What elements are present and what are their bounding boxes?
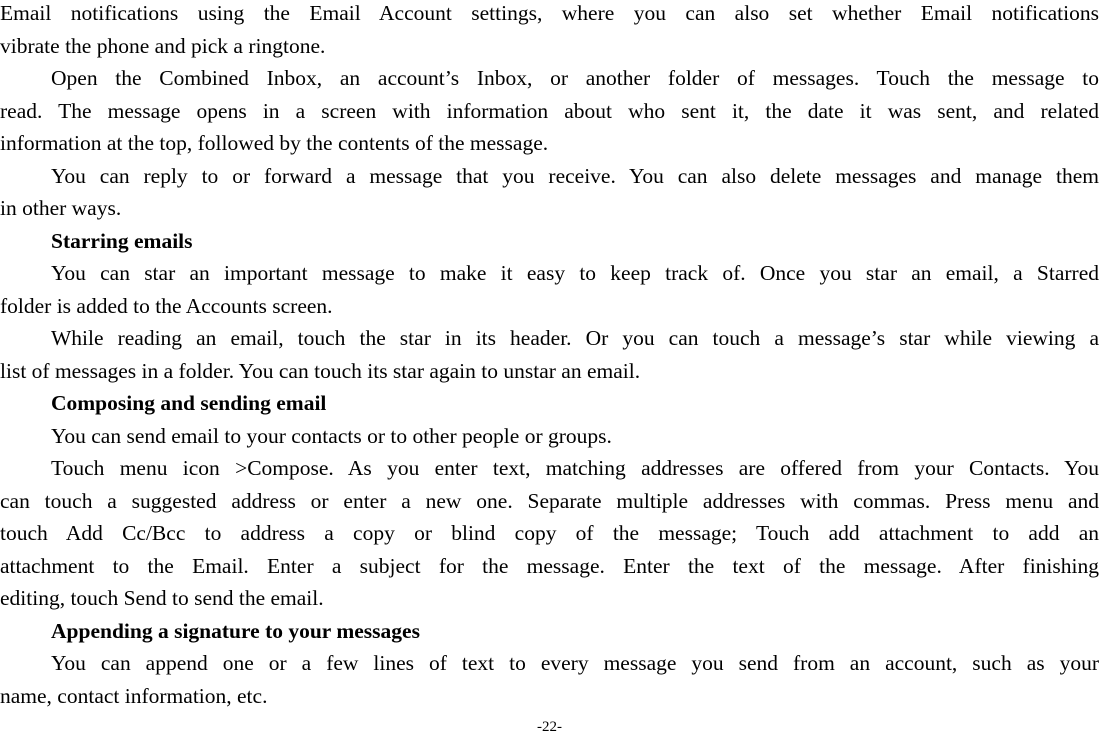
- text-line: editing, touch Send to send the email.: [0, 586, 324, 610]
- text-line: information at the top, followed by the …: [0, 131, 549, 155]
- text-line: attachment to the Email. Enter a subject…: [0, 553, 1099, 578]
- text-line: Email notifications using the Email Acco…: [0, 1, 1099, 25]
- text-line: You can star an important message to mak…: [51, 261, 1099, 285]
- section-heading: Appending a signature to your messages: [51, 618, 420, 643]
- text-line: While reading an email, touch the star i…: [51, 326, 1099, 350]
- text-line: Touch menu icon >Compose. As you enter t…: [51, 456, 1099, 480]
- section-heading: Starring emails: [51, 228, 193, 253]
- page-number: -22-: [537, 719, 562, 735]
- text-line: You can send email to your contacts or t…: [51, 423, 612, 448]
- text-line: name, contact information, etc.: [0, 683, 268, 708]
- text-line: touch Add Cc/Bcc to address a copy or bl…: [0, 521, 1099, 545]
- text-line: You can append one or a few lines of tex…: [51, 651, 1099, 675]
- text-line: Open the Combined Inbox, an account’s In…: [51, 66, 1099, 90]
- text-line: list of messages in a folder. You can to…: [0, 358, 641, 383]
- section-heading: Composing and sending email: [51, 391, 327, 415]
- text-line: read. The message opens in a screen with…: [0, 98, 1099, 123]
- text-line: in other ways.: [0, 196, 122, 220]
- text-line: You can reply to or forward a message th…: [51, 163, 1099, 188]
- text-line: can touch a suggested address or enter a…: [0, 488, 1099, 513]
- text-line: folder is added to the Accounts screen.: [0, 293, 333, 318]
- text-line: vibrate the phone and pick a ringtone.: [0, 33, 326, 58]
